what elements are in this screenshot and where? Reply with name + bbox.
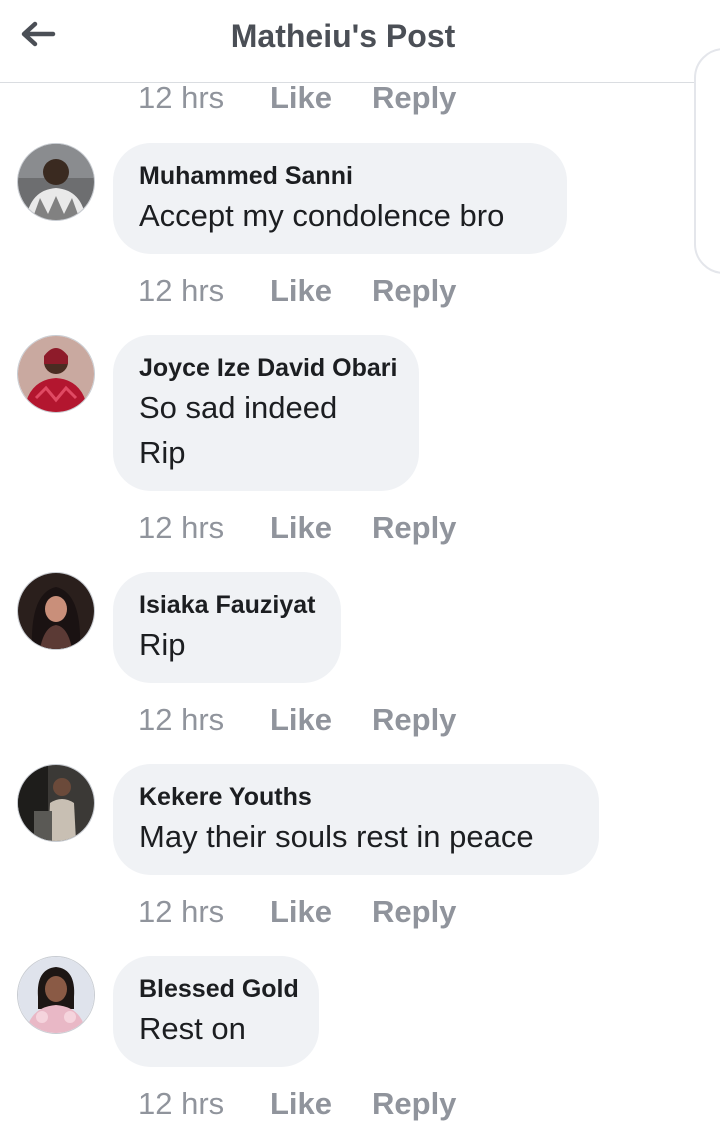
comment-timestamp: 12 hrs <box>138 1086 225 1121</box>
comment-meta-row: 12 hrs Like Reply <box>138 508 456 548</box>
comment-timestamp: 12 hrs <box>138 273 225 308</box>
comment-feed[interactable]: 12 hrs Like Reply Muhammed Sanni Accept … <box>0 0 720 1134</box>
reply-link[interactable]: Reply <box>372 510 456 546</box>
side-drawer-handle[interactable] <box>694 48 720 274</box>
avatar-image <box>18 765 94 841</box>
comment-author[interactable]: Kekere Youths <box>139 782 573 812</box>
reply-link[interactable]: Reply <box>372 1086 456 1122</box>
like-link[interactable]: Like <box>270 1086 372 1122</box>
comment-meta-row: 12 hrs Like Reply <box>138 700 456 740</box>
comment-author[interactable]: Blessed Gold <box>139 974 299 1004</box>
reply-link[interactable]: Reply <box>372 80 456 116</box>
comment-author[interactable]: Muhammed Sanni <box>139 161 541 191</box>
comment-timestamp: 12 hrs <box>138 894 225 929</box>
like-link[interactable]: Like <box>270 702 372 738</box>
comment-bubble[interactable]: Isiaka Fauziyat Rip <box>113 572 341 683</box>
reply-link[interactable]: Reply <box>372 273 456 309</box>
comment-text: Rest on <box>139 1011 246 1046</box>
avatar[interactable] <box>17 764 95 842</box>
comment-timestamp: 12 hrs <box>138 702 225 737</box>
comment-timestamp: 12 hrs <box>138 510 225 545</box>
avatar-image <box>18 957 94 1033</box>
comment-bubble[interactable]: Kekere Youths May their souls rest in pe… <box>113 764 599 875</box>
avatar[interactable] <box>17 572 95 650</box>
comment-text: May their souls rest in peace <box>139 819 534 854</box>
comment-text: So sad indeed Rip <box>139 390 338 470</box>
comment-meta-row: 12 hrs Like Reply <box>138 271 456 311</box>
comment-bubble[interactable]: Blessed Gold Rest on <box>113 956 319 1067</box>
comment-meta-row: 12 hrs Like Reply <box>138 78 456 118</box>
comment-bubble[interactable]: Joyce Ize David Obari So sad indeed Rip <box>113 335 419 491</box>
like-link[interactable]: Like <box>270 510 372 546</box>
like-link[interactable]: Like <box>270 273 372 309</box>
comment-text: Rip <box>139 627 186 662</box>
comment-author[interactable]: Isiaka Fauziyat <box>139 590 315 620</box>
top-app-bar: Matheiu's Post <box>0 0 720 83</box>
comment-meta-row: 12 hrs Like Reply <box>138 1084 456 1124</box>
comment-timestamp: 12 hrs <box>138 80 225 115</box>
post-comments-screen: 12 hrs Like Reply Muhammed Sanni Accept … <box>0 0 720 1134</box>
reply-link[interactable]: Reply <box>372 894 456 930</box>
avatar-image <box>18 336 94 412</box>
avatar-image <box>18 144 94 220</box>
avatar[interactable] <box>17 956 95 1034</box>
reply-link[interactable]: Reply <box>372 702 456 738</box>
page-title: Matheiu's Post <box>230 18 456 54</box>
comment-meta-row: 12 hrs Like Reply <box>138 892 456 932</box>
avatar-image <box>18 573 94 649</box>
like-link[interactable]: Like <box>270 894 372 930</box>
avatar[interactable] <box>17 335 95 413</box>
comment-author[interactable]: Joyce Ize David Obari <box>139 353 397 383</box>
comment-text: Accept my condolence bro <box>139 198 505 233</box>
avatar[interactable] <box>17 143 95 221</box>
like-link[interactable]: Like <box>270 80 372 116</box>
comment-bubble[interactable]: Muhammed Sanni Accept my condolence bro <box>113 143 567 254</box>
